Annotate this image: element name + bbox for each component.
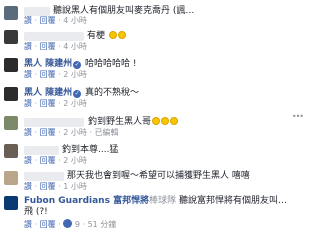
comment-text: 真的不熟稅～ xyxy=(85,88,140,98)
reply-link[interactable]: 回覆 xyxy=(40,70,56,79)
like-link[interactable]: 讚 xyxy=(24,42,32,51)
comment-text: 釣到野生黑人哥 xyxy=(88,117,179,128)
verified-badge-icon: ✓ xyxy=(73,61,82,69)
like-link[interactable]: 讚 xyxy=(24,220,32,229)
comment-text-continued: 飛 (?! xyxy=(24,207,48,217)
timestamp[interactable]: 1 小時 xyxy=(63,182,87,191)
comment: 釣到本尊....猛 讚 · 回覆 · 2 小時 xyxy=(0,139,306,167)
comment-body: Fubon Guardians 富邦悍將棒球隊 聽說富邦悍將有個朋友叫… xyxy=(24,196,287,207)
comment-actions: 讚 · 回覆 · 2 小時 · 已編輯 xyxy=(24,128,119,137)
redacted-name xyxy=(24,146,59,155)
comment-text: 有梗 xyxy=(87,31,126,42)
comment: 黑人 陳建州 ✓ 真的不熟稅～ 讚 · 回覆 · 2 小時 xyxy=(0,82,306,110)
avatar[interactable] xyxy=(4,6,18,20)
comment-text: 那天我也會到喔～希望可以捕獲野生黑人 嘻嘻 xyxy=(67,171,250,181)
comment-actions: 讚 · 回覆 · 4 小時 xyxy=(24,42,87,51)
page-category-tag: 棒球隊 xyxy=(149,196,177,206)
comment-actions: 讚 · 回覆 · 4 小時 xyxy=(24,16,87,25)
like-count[interactable]: 9 xyxy=(75,220,80,229)
grinning-emoji-icon xyxy=(152,117,161,125)
timestamp[interactable]: 51 分鐘 xyxy=(88,220,117,229)
timestamp[interactable]: 2 小時 xyxy=(63,156,87,165)
grinning-emoji-icon xyxy=(108,31,117,39)
comment-body: 黑人 陳建州 ✓ 真的不熟稅～ xyxy=(24,88,139,99)
comment: 有梗 讚 · 回覆 · 4 小時 xyxy=(0,27,306,55)
verified-badge-icon: ✓ xyxy=(73,90,82,98)
comment-body: 黑人 陳建州 ✓ 哈哈哈哈哈 ! xyxy=(24,59,137,70)
timestamp[interactable]: 4 小時 xyxy=(63,16,87,25)
like-link[interactable]: 讚 xyxy=(24,16,32,25)
comment-text: 哈哈哈哈哈 ! xyxy=(85,59,137,69)
grinning-emoji-icon xyxy=(161,117,170,125)
comment-thread: 聽說黑人有個朋友叫麥克喬丹 (諷… 讚 · 回覆 · 4 小時 有梗 讚 · 回… xyxy=(0,0,306,240)
more-options-icon[interactable]: ••• xyxy=(292,112,304,121)
comment-actions: 讚 · 回覆 · 1 小時 xyxy=(24,182,87,191)
reply-link[interactable]: 回覆 xyxy=(40,156,56,165)
timestamp[interactable]: 2 小時 xyxy=(63,128,87,137)
comment-text: 聽說富邦悍將有個朋友叫… xyxy=(178,196,287,206)
avatar[interactable] xyxy=(4,196,18,210)
like-link[interactable]: 讚 xyxy=(24,182,32,191)
redacted-name xyxy=(24,172,64,181)
grinning-emoji-icon xyxy=(170,117,179,125)
reply-link[interactable]: 回覆 xyxy=(40,128,56,137)
avatar[interactable] xyxy=(4,116,18,130)
grinning-emoji-icon xyxy=(117,31,126,39)
reply-link[interactable]: 回覆 xyxy=(40,220,56,229)
redacted-name xyxy=(24,32,84,41)
comment-text: 釣到本尊....猛 xyxy=(62,145,119,155)
timestamp[interactable]: 4 小時 xyxy=(63,42,87,51)
reply-link[interactable]: 回覆 xyxy=(40,99,56,108)
commenter-name[interactable]: Fubon Guardians 富邦悍將 xyxy=(24,196,149,206)
like-link[interactable]: 讚 xyxy=(24,99,32,108)
avatar[interactable] xyxy=(4,87,18,101)
timestamp[interactable]: 2 小時 xyxy=(63,70,87,79)
comment: 釣到野生黑人哥 讚 · 回覆 · 2 小時 · 已編輯 ••• xyxy=(0,110,306,139)
like-link[interactable]: 讚 xyxy=(24,70,32,79)
comment: 聽說黑人有個朋友叫麥克喬丹 (諷… 讚 · 回覆 · 4 小時 xyxy=(0,0,306,25)
comment: Fubon Guardians 富邦悍將棒球隊 聽說富邦悍將有個朋友叫… 飛 (… xyxy=(0,192,306,240)
avatar[interactable] xyxy=(4,30,18,44)
like-thumb-icon xyxy=(63,219,73,228)
comment-actions: 讚 · 回覆 · 2 小時 xyxy=(24,156,87,165)
avatar[interactable] xyxy=(4,144,18,158)
redacted-name xyxy=(24,118,84,127)
edited-label[interactable]: 已編輯 xyxy=(95,128,119,137)
commenter-name[interactable]: 黑人 陳建州 xyxy=(24,59,72,69)
redacted-name xyxy=(24,7,50,16)
comment: 黑人 陳建州 ✓ 哈哈哈哈哈 ! 讚 · 回覆 · 2 小時 xyxy=(0,53,306,81)
avatar[interactable] xyxy=(4,171,18,185)
reply-link[interactable]: 回覆 xyxy=(40,16,56,25)
like-link[interactable]: 讚 xyxy=(24,156,32,165)
commenter-name[interactable]: 黑人 陳建州 xyxy=(24,88,72,98)
reply-link[interactable]: 回覆 xyxy=(40,182,56,191)
avatar[interactable] xyxy=(4,58,18,72)
comment-actions: 讚 · 回覆 · 2 小時 xyxy=(24,70,87,79)
comment: 那天我也會到喔～希望可以捕獲野生黑人 嘻嘻 讚 · 回覆 · 1 小時 xyxy=(0,167,306,193)
comment-actions: 讚 · 回覆 · 2 小時 xyxy=(24,99,87,108)
reply-link[interactable]: 回覆 xyxy=(40,42,56,51)
comment-actions: 讚 · 回覆 · 9 · 51 分鐘 xyxy=(24,219,117,229)
like-link[interactable]: 讚 xyxy=(24,128,32,137)
timestamp[interactable]: 2 小時 xyxy=(63,99,87,108)
